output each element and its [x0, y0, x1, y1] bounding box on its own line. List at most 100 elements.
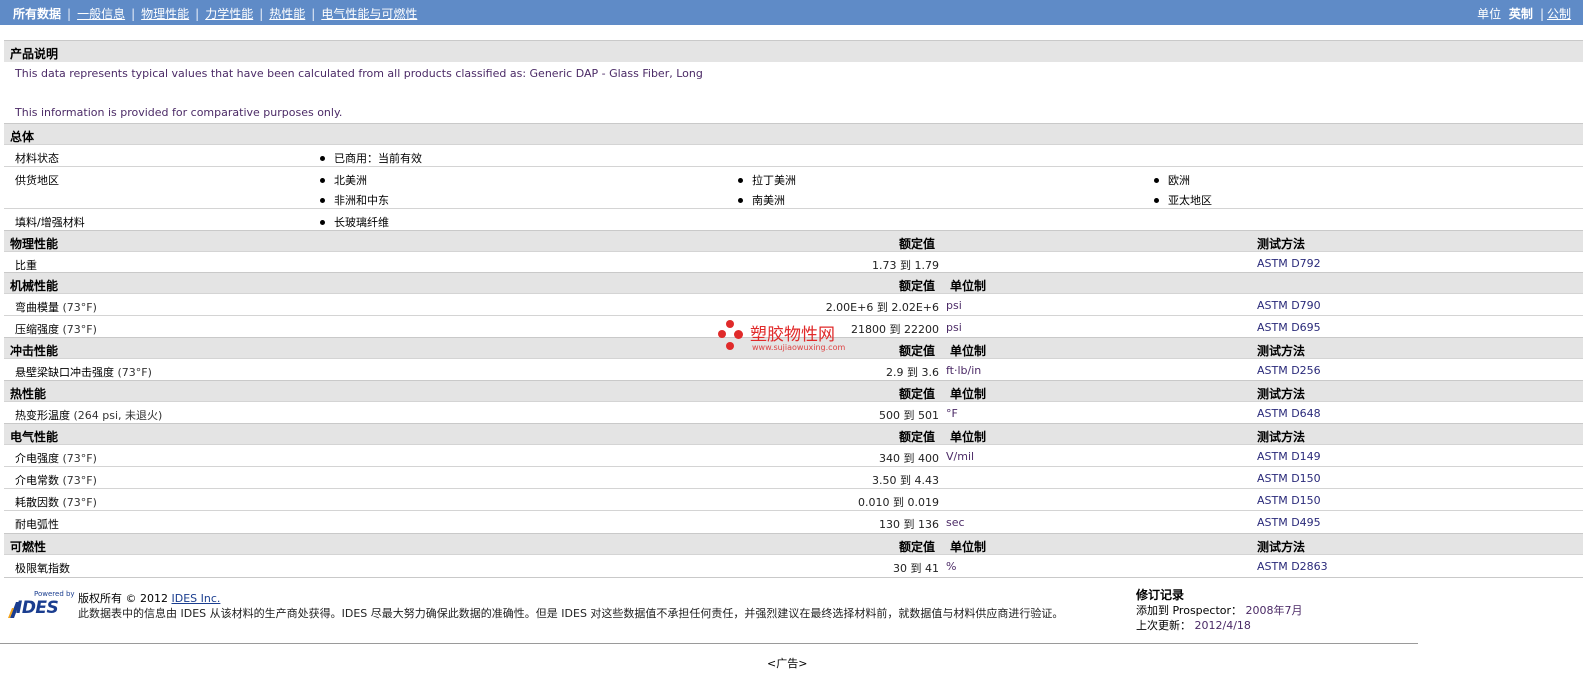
row-label: 填料/增强材料	[15, 216, 85, 229]
unit-switcher: 单位 英制 | 公制	[1477, 5, 1571, 22]
test-method: ASTM D256	[1257, 364, 1321, 377]
nav-link-thermal[interactable]: 热性能	[269, 7, 305, 21]
col-method-header: 测试方法	[1257, 344, 1306, 358]
bullet-icon	[738, 197, 743, 203]
property-label: 热变形温度 (264 psi, 未退火)	[15, 409, 163, 422]
col-unit-header: 单位制	[950, 279, 987, 293]
nav-link-electrical-flammability[interactable]: 电气性能与可燃性	[321, 7, 417, 21]
section-nav: 所有数据 | 一般信息 | 物理性能 | 力学性能 | 热性能 | 电气性能与可燃性	[13, 5, 417, 22]
property-unit: °F	[946, 407, 958, 420]
property-value: 3.50 到 4.43	[872, 474, 939, 487]
revision-added: 添加到 Prospector： 2008年7月	[1136, 604, 1303, 617]
property-row: 耗散因数 (73°F) 0.010 到 0.019 ASTM D150	[4, 488, 1583, 511]
section-header-general: 总体	[4, 123, 1583, 145]
nav-link-general[interactable]: 一般信息	[77, 7, 125, 21]
property-value: 340 到 400	[879, 452, 939, 465]
property-unit: psi	[946, 321, 962, 334]
nav-separator: |	[131, 7, 136, 21]
col-method-header: 测试方法	[1257, 540, 1306, 554]
region-item: 亚太地区	[1154, 192, 1212, 208]
watermark-text: 塑胶物性网	[750, 325, 835, 345]
description-line-1: This data represents typical values that…	[15, 67, 703, 80]
property-value: 21800 到 22200	[851, 323, 939, 336]
property-unit: ft·lb/in	[946, 364, 982, 377]
nav-separator: |	[259, 7, 264, 21]
property-unit: sec	[946, 516, 965, 529]
property-label: 耐电弧性	[15, 518, 59, 531]
section-title: 机械性能	[10, 279, 59, 293]
nav-link-physical[interactable]: 物理性能	[141, 7, 189, 21]
bullet-icon	[320, 155, 325, 161]
col-nominal-header: 额定值	[899, 279, 936, 293]
company-link[interactable]: IDES Inc.	[172, 592, 221, 605]
test-method: ASTM D150	[1257, 472, 1321, 485]
watermark-dot-icon	[734, 330, 743, 339]
unit-imperial-active: 英制	[1508, 7, 1533, 21]
nav-separator: |	[67, 7, 72, 21]
footer-divider	[0, 643, 1418, 644]
section-title: 产品说明	[10, 47, 59, 61]
row-supply-regions: 供货地区 北美洲 拉丁美洲 欧洲 非洲和中东 南美洲 亚太地区	[4, 166, 1583, 209]
bullet-icon	[320, 197, 325, 203]
property-value: 0.010 到 0.019	[858, 496, 939, 509]
test-method: ASTM D150	[1257, 494, 1321, 507]
footer: Powered by IDES 版权所有 © 2012 IDES Inc. 此数…	[0, 582, 1583, 678]
section-header-physical: 物理性能 额定值 测试方法	[4, 230, 1583, 252]
bullet-icon	[320, 219, 325, 225]
section-title: 热性能	[10, 387, 47, 401]
row-label: 材料状态	[15, 152, 59, 165]
property-label: 压缩强度 (73°F)	[15, 323, 97, 336]
revision-updated: 上次更新： 2012/4/18	[1136, 619, 1251, 632]
nav-link-mechanical[interactable]: 力学性能	[205, 7, 253, 21]
property-label: 极限氧指数	[15, 562, 70, 575]
property-value: 500 到 501	[879, 409, 939, 422]
top-nav-bar: 所有数据 | 一般信息 | 物理性能 | 力学性能 | 热性能 | 电气性能与可燃性 单位 英制 | 公…	[0, 0, 1583, 25]
region-text: 拉丁美洲	[752, 174, 796, 187]
section-header-mechanical: 机械性能 额定值 单位制	[4, 272, 1583, 294]
region-item: 北美洲	[320, 172, 367, 188]
section-header-electrical: 电气性能 额定值 单位制 测试方法	[4, 423, 1583, 445]
property-unit: %	[946, 560, 957, 573]
property-row: 比重 1.73 到 1.79 ASTM D792	[4, 251, 1583, 273]
region-item: 拉丁美洲	[738, 172, 796, 188]
section-title: 冲击性能	[10, 344, 59, 358]
logo-powered-text: Powered by	[34, 590, 75, 598]
property-value: 130 到 136	[879, 518, 939, 531]
revision-history: 修订记录 添加到 Prospector： 2008年7月 上次更新： 2012/…	[1136, 588, 1303, 633]
property-row: 耐电弧性 130 到 136 sec ASTM D495	[4, 510, 1583, 534]
unit-metric-link[interactable]: 公制	[1547, 7, 1571, 21]
col-method-header: 测试方法	[1257, 237, 1306, 251]
region-text: 北美洲	[334, 174, 367, 187]
col-nominal-header: 额定值	[899, 387, 936, 401]
bullet-icon	[1154, 197, 1159, 203]
property-row: 热变形温度 (264 psi, 未退火) 500 到 501 °F ASTM D…	[4, 401, 1583, 424]
col-nominal-header: 额定值	[899, 430, 936, 444]
watermark-dot-icon	[726, 342, 734, 350]
property-value: 30 到 41	[893, 562, 939, 575]
ad-placeholder[interactable]: <广告>	[767, 655, 807, 671]
col-nominal-header: 额定值	[899, 540, 936, 554]
property-row: 弯曲模量 (73°F) 2.00E+6 到 2.02E+6 psi ASTM D…	[4, 293, 1583, 316]
ides-logo: Powered by IDES	[8, 590, 75, 618]
revision-header: 修订记录	[1136, 588, 1185, 602]
disclaimer-text: 此数据表中的信息由 IDES 从该材料的生产商处获得。IDES 尽最大努力确保此…	[78, 607, 1064, 620]
property-value: 2.00E+6 到 2.02E+6	[825, 301, 939, 314]
section-header-flammability: 可燃性 额定值 单位制 测试方法	[4, 533, 1583, 555]
nav-separator: |	[311, 7, 316, 21]
col-method-header: 测试方法	[1257, 430, 1306, 444]
region-item: 欧洲	[1154, 172, 1190, 188]
region-text: 非洲和中东	[334, 194, 389, 207]
row-label: 供货地区	[15, 174, 59, 187]
watermark-dot-icon	[726, 320, 734, 328]
property-value: 1.73 到 1.79	[872, 259, 939, 272]
region-text: 亚太地区	[1168, 194, 1212, 207]
region-text: 欧洲	[1168, 174, 1190, 187]
property-label: 比重	[15, 259, 37, 272]
property-row: 介电常数 (73°F) 3.50 到 4.43 ASTM D150	[4, 466, 1583, 489]
test-method: ASTM D149	[1257, 450, 1321, 463]
test-method: ASTM D648	[1257, 407, 1321, 420]
property-row: 介电强度 (73°F) 340 到 400 V/mil ASTM D149	[4, 444, 1583, 467]
unit-label: 单位	[1477, 7, 1502, 21]
test-method: ASTM D2863	[1257, 560, 1328, 573]
section-header-description: 产品说明	[4, 40, 1583, 62]
